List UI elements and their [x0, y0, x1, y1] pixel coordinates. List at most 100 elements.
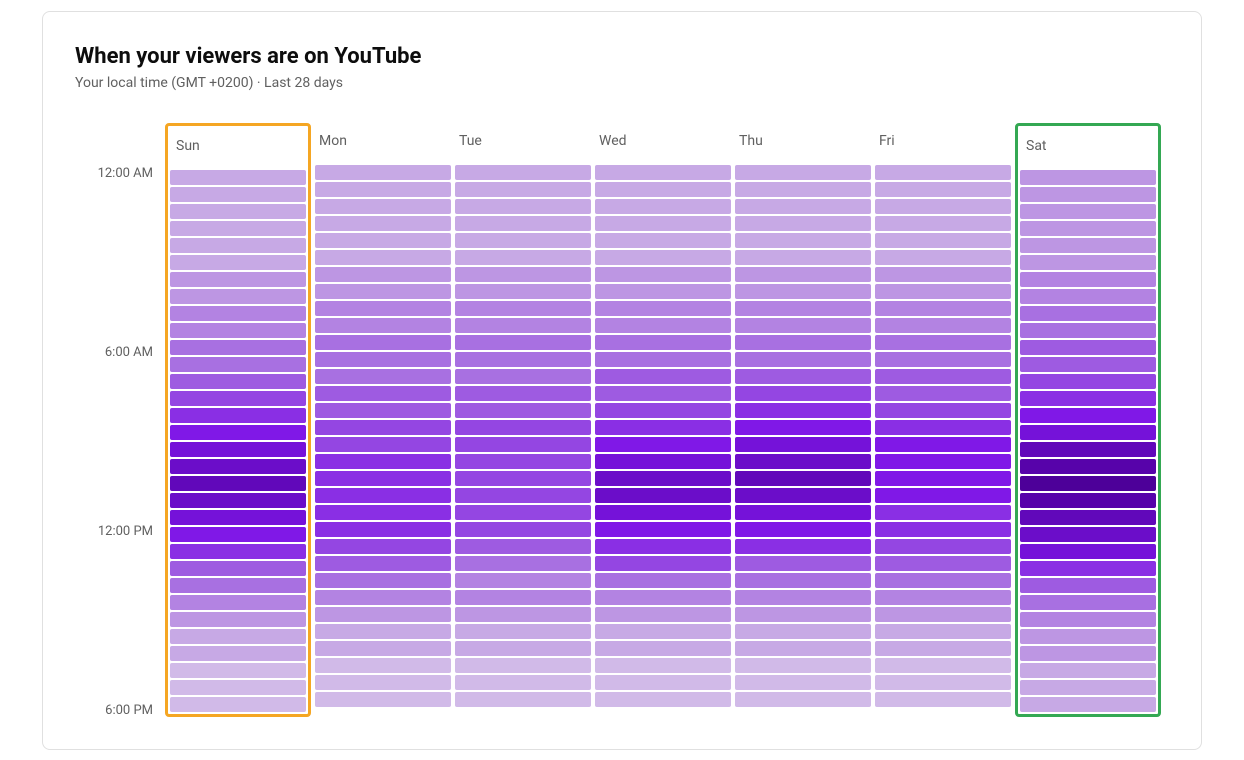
heatmap-cell: [1020, 289, 1156, 304]
heatmap-cell: [170, 612, 306, 627]
heatmap-cell: [595, 590, 731, 605]
heatmap-cell: [595, 216, 731, 231]
heatmap-cell: [455, 284, 591, 299]
heatmap-cell: [595, 607, 731, 622]
heatmap-cell: [455, 675, 591, 690]
heatmap-cell: [170, 459, 306, 474]
heatmap-cell: [170, 255, 306, 270]
heatmap-cell: [1020, 527, 1156, 542]
heatmap-cell: [315, 267, 451, 282]
heatmap-cell: [1020, 255, 1156, 270]
heatmap-cell: [315, 624, 451, 639]
heatmap-cell: [170, 391, 306, 406]
heatmap-cell: [315, 420, 451, 435]
heatmap-cell: [735, 471, 871, 486]
day-label-sat: Sat: [1020, 128, 1156, 164]
heatmap-cell: [1020, 476, 1156, 491]
heatmap-cell: [735, 590, 871, 605]
heatmap-cell: [595, 522, 731, 537]
heatmap-cell: [315, 675, 451, 690]
cells-sat: [1020, 170, 1156, 712]
heatmap-cell: [875, 437, 1011, 452]
heatmap-cell: [735, 556, 871, 571]
heatmap-cell: [315, 403, 451, 418]
heatmap-cell: [735, 284, 871, 299]
heatmap-cell: [595, 658, 731, 673]
heatmap-cell: [315, 471, 451, 486]
heatmap-cell: [455, 624, 591, 639]
day-col-mon: Mon: [315, 123, 451, 717]
heatmap-cell: [875, 318, 1011, 333]
heatmap-cell: [1020, 510, 1156, 525]
day-col-wed: Wed: [595, 123, 731, 717]
heatmap-cell: [170, 527, 306, 542]
heatmap-cell: [875, 505, 1011, 520]
heatmap-cell: [735, 335, 871, 350]
heatmap-cell: [1020, 391, 1156, 406]
heatmap-cell: [455, 658, 591, 673]
heatmap-cell: [875, 301, 1011, 316]
heatmap-cell: [595, 420, 731, 435]
chart-container: 12:00 AM6:00 AM12:00 PM6:00 PM SunMonTue…: [75, 123, 1161, 717]
y-label: 6:00 PM: [75, 704, 165, 717]
heatmap-cell: [315, 369, 451, 384]
heatmap-cell: [315, 505, 451, 520]
heatmap-cell: [170, 510, 306, 525]
heatmap-cell: [735, 522, 871, 537]
heatmap-grid: SunMonTueWedThuFriSat: [165, 123, 1161, 717]
heatmap-cell: [170, 646, 306, 661]
day-col-thu: Thu: [735, 123, 871, 717]
day-label-mon: Mon: [315, 123, 451, 159]
heatmap-cell: [1020, 544, 1156, 559]
heatmap-cell: [170, 187, 306, 202]
heatmap-cell: [315, 454, 451, 469]
heatmap-cell: [875, 522, 1011, 537]
heatmap-cell: [1020, 408, 1156, 423]
heatmap-cell: [455, 590, 591, 605]
heatmap-cell: [735, 573, 871, 588]
heatmap-cell: [170, 204, 306, 219]
heatmap-cell: [315, 692, 451, 707]
heatmap-cell: [595, 250, 731, 265]
heatmap-cell: [595, 454, 731, 469]
heatmap-cell: [170, 663, 306, 678]
heatmap-cell: [595, 573, 731, 588]
heatmap-cell: [875, 675, 1011, 690]
heatmap-cell: [455, 437, 591, 452]
heatmap-cell: [595, 335, 731, 350]
heatmap-cell: [875, 267, 1011, 282]
heatmap-cell: [170, 595, 306, 610]
day-label-sun: Sun: [170, 128, 306, 164]
heatmap-cell: [315, 216, 451, 231]
heatmap-cell: [170, 561, 306, 576]
day-col-tue: Tue: [455, 123, 591, 717]
heatmap-cell: [735, 420, 871, 435]
heatmap-cell: [170, 221, 306, 236]
heatmap-cell: [595, 624, 731, 639]
heatmap-cell: [1020, 442, 1156, 457]
heatmap-cell: [875, 165, 1011, 180]
heatmap-cell: [1020, 238, 1156, 253]
heatmap-cell: [315, 301, 451, 316]
heatmap-cell: [170, 357, 306, 372]
heatmap-cell: [1020, 629, 1156, 644]
heatmap-cell: [735, 454, 871, 469]
heatmap-cell: [875, 658, 1011, 673]
heatmap-cell: [595, 403, 731, 418]
heatmap-cell: [1020, 306, 1156, 321]
heatmap-cell: [735, 658, 871, 673]
heatmap-cell: [595, 692, 731, 707]
heatmap-cell: [455, 318, 591, 333]
heatmap-cell: [595, 641, 731, 656]
heatmap-cell: [595, 267, 731, 282]
heatmap-cell: [315, 437, 451, 452]
y-label: 12:00 PM: [75, 525, 165, 538]
heatmap-cell: [1020, 493, 1156, 508]
heatmap-cell: [1020, 663, 1156, 678]
heatmap-cell: [170, 629, 306, 644]
heatmap-cell: [735, 437, 871, 452]
heatmap-cell: [735, 641, 871, 656]
heatmap-cell: [315, 284, 451, 299]
heatmap-cell: [1020, 221, 1156, 236]
heatmap-cell: [1020, 170, 1156, 185]
